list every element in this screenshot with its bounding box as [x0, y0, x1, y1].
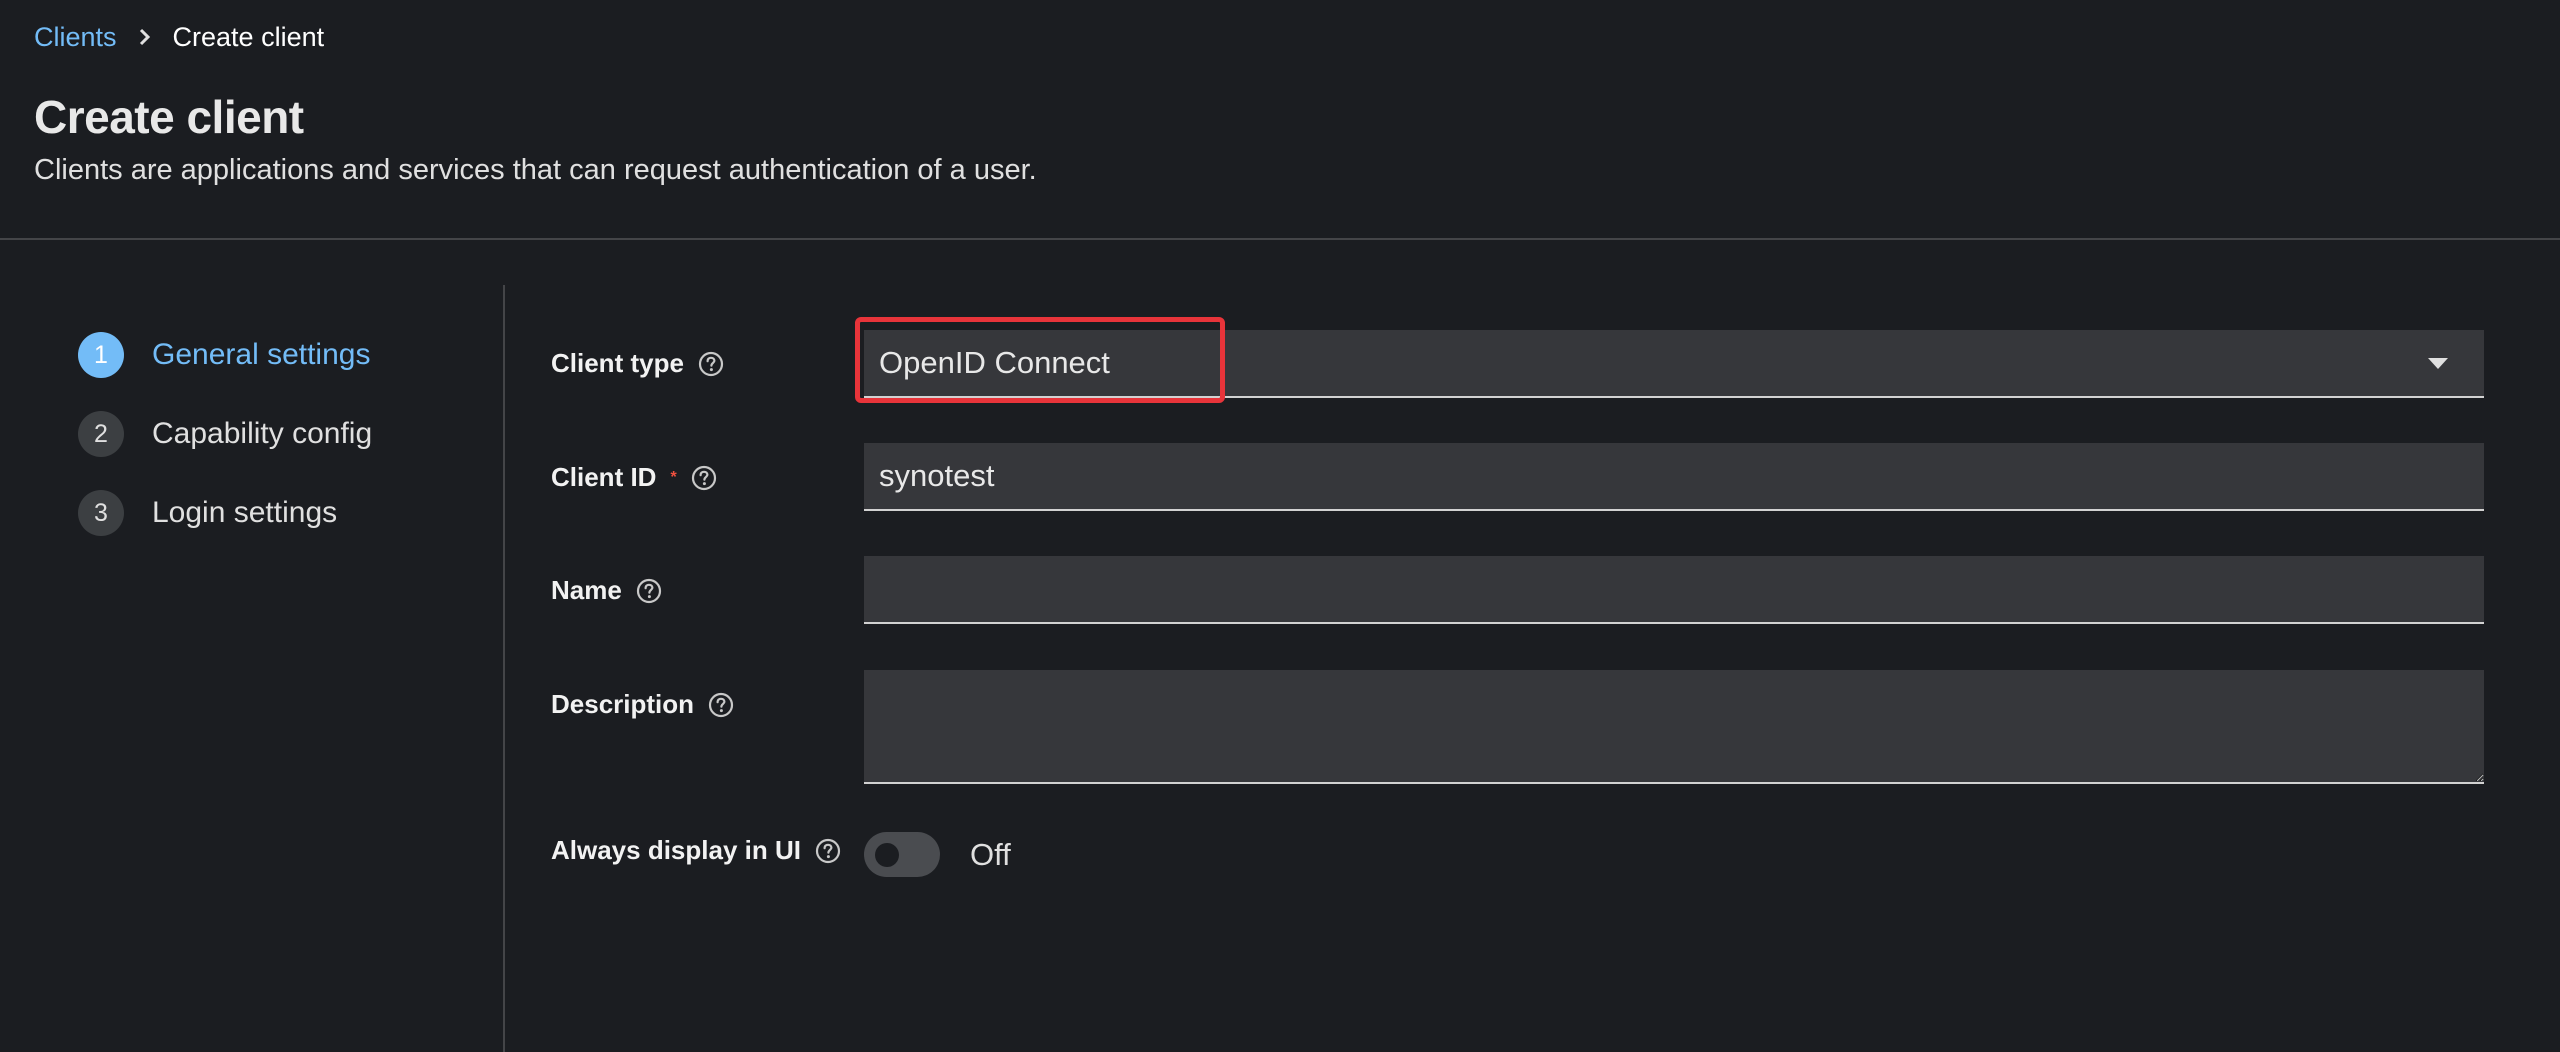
page-title: Create client — [34, 91, 304, 143]
description-textarea[interactable] — [864, 670, 2484, 784]
breadcrumb: Clients Create client — [34, 20, 324, 54]
client-type-label-group: Client type — [551, 348, 724, 379]
breadcrumb-current: Create client — [172, 22, 325, 52]
step-label: Capability config — [152, 417, 373, 450]
name-label: Name — [551, 575, 622, 605]
page-header: Clients Create client Create client Clie… — [0, 0, 2560, 240]
description-label-group: Description — [551, 689, 734, 720]
client-type-select[interactable]: OpenID Connect — [864, 330, 2484, 398]
page-subtitle: Clients are applications and services th… — [34, 154, 1037, 186]
caret-down-icon — [2428, 358, 2448, 369]
help-circle-icon[interactable] — [698, 351, 724, 377]
help-circle-icon[interactable] — [815, 838, 841, 864]
client-id-label-group: Client ID * — [551, 462, 717, 493]
always-display-label-group: Always display in UI — [551, 835, 841, 866]
client-type-value: OpenID Connect — [879, 345, 1110, 380]
step-number: 1 — [78, 332, 124, 378]
step-number: 2 — [78, 411, 124, 457]
step-number: 3 — [78, 490, 124, 536]
chevron-right-icon — [139, 28, 151, 46]
help-circle-icon[interactable] — [708, 692, 734, 718]
name-input[interactable] — [864, 556, 2484, 624]
wizard-step-general-settings[interactable]: 1 General settings — [78, 332, 370, 378]
help-circle-icon[interactable] — [691, 465, 717, 491]
always-display-label: Always display in UI — [551, 835, 801, 865]
breadcrumb-link-clients[interactable]: Clients — [34, 20, 117, 54]
always-display-state: Off — [970, 837, 1011, 872]
step-label: General settings — [152, 338, 371, 371]
name-label-group: Name — [551, 575, 662, 606]
client-id-input[interactable] — [864, 443, 2484, 511]
always-display-toggle[interactable] — [864, 832, 940, 877]
toggle-knob — [875, 843, 899, 867]
step-label: Login settings — [152, 496, 338, 529]
client-type-label: Client type — [551, 348, 684, 378]
client-id-label: Client ID — [551, 462, 657, 492]
description-label: Description — [551, 689, 695, 719]
required-indicator: * — [670, 468, 677, 486]
wizard-step-login-settings[interactable]: 3 Login settings — [78, 490, 337, 536]
wizard-step-capability-config[interactable]: 2 Capability config — [78, 411, 372, 457]
help-circle-icon[interactable] — [636, 578, 662, 604]
wizard-nav: 1 General settings 2 Capability config 3… — [0, 285, 505, 1052]
